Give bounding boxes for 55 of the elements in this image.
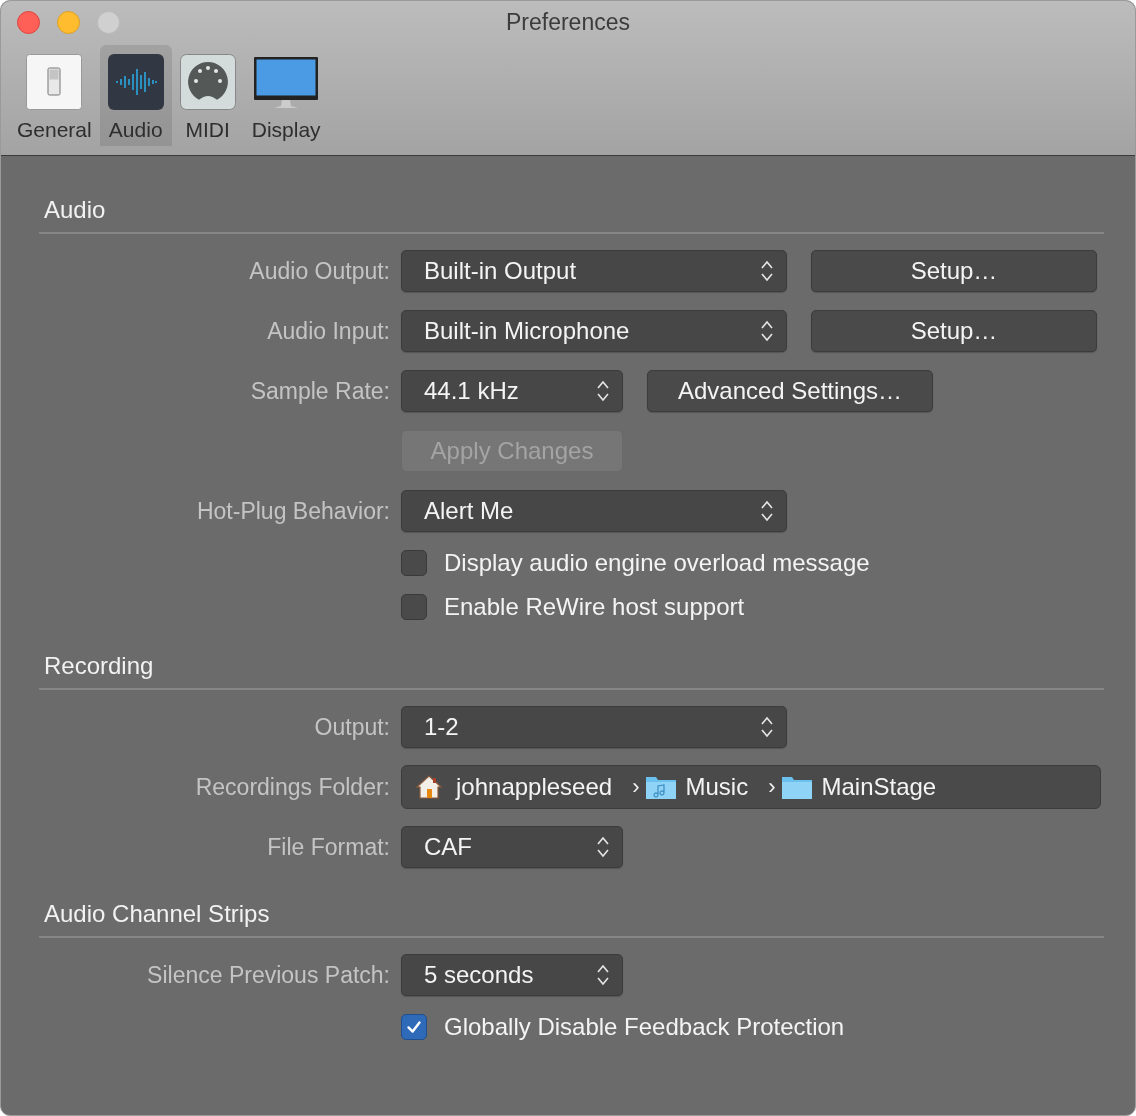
- house-icon: [416, 774, 442, 800]
- up-down-chevron-icon: [760, 715, 774, 739]
- up-down-chevron-icon: [596, 379, 610, 403]
- checkbox[interactable]: [401, 1014, 427, 1040]
- push-button[interactable]: Advanced Settings…: [647, 370, 933, 412]
- checkbox-label: Globally Disable Feedback Protection: [444, 1013, 845, 1041]
- checkbox[interactable]: [401, 594, 427, 620]
- field-label: Audio Output:: [249, 257, 390, 284]
- path-item[interactable]: Music: [685, 773, 749, 801]
- checkbox-label: Enable ReWire host support: [444, 593, 745, 621]
- push-button[interactable]: Setup…: [811, 310, 1097, 352]
- popup-menu[interactable]: Built-in Output: [401, 250, 787, 292]
- checkbox[interactable]: [401, 550, 427, 576]
- path-item[interactable]: johnappleseed: [456, 773, 613, 801]
- close-button[interactable]: [17, 11, 40, 34]
- up-down-chevron-icon: [760, 259, 774, 283]
- field-label: File Format:: [267, 833, 390, 860]
- path-item[interactable]: MainStage: [821, 773, 937, 801]
- field-label: Hot-Plug Behavior:: [196, 497, 390, 524]
- checkbox-label: Display audio engine overload message: [444, 549, 870, 577]
- path-control[interactable]: johnappleseed › Music › MainStage: [401, 765, 1101, 809]
- field-label: Output:: [314, 713, 390, 740]
- folder-icon: [781, 774, 814, 800]
- popup-menu[interactable]: 1-2: [401, 706, 787, 748]
- up-down-chevron-icon: [760, 319, 774, 343]
- path-separator: ›: [632, 774, 640, 800]
- section-heading: Audio: [39, 196, 1104, 234]
- toolbar-tab[interactable]: Display: [243, 45, 329, 146]
- window-title: Preferences: [506, 9, 630, 37]
- path-separator: ›: [768, 774, 776, 800]
- field-label: Silence Previous Patch:: [147, 961, 390, 988]
- popup-menu[interactable]: 44.1 kHz: [401, 370, 623, 412]
- section-heading: Recording: [39, 652, 1104, 690]
- toolbar-tab[interactable]: Audio: [99, 45, 172, 146]
- field-label: Recordings Folder:: [195, 773, 390, 800]
- waveform-icon: [107, 54, 164, 110]
- minimize-button[interactable]: [57, 11, 80, 34]
- popup-menu[interactable]: Alert Me: [401, 490, 787, 532]
- section-heading: Audio Channel Strips: [39, 900, 1104, 938]
- up-down-chevron-icon: [760, 499, 774, 523]
- toolbar-tab[interactable]: General: [9, 45, 100, 146]
- field-label: Audio Input:: [267, 317, 390, 344]
- toolbar-tab[interactable]: MIDI: [171, 45, 244, 146]
- up-down-chevron-icon: [596, 963, 610, 987]
- midi-connector-icon: [179, 54, 236, 110]
- popup-menu[interactable]: Built-in Microphone: [401, 310, 787, 352]
- push-button[interactable]: Setup…: [811, 250, 1097, 292]
- popup-menu[interactable]: 5 seconds: [401, 954, 623, 996]
- field-label: Sample Rate:: [250, 377, 390, 404]
- music-folder-icon: [645, 774, 678, 800]
- up-down-chevron-icon: [596, 835, 610, 859]
- monitor-icon: [254, 54, 319, 110]
- zoom-button[interactable]: [97, 11, 120, 34]
- switch-icon: [26, 54, 83, 110]
- popup-menu[interactable]: CAF: [401, 826, 623, 868]
